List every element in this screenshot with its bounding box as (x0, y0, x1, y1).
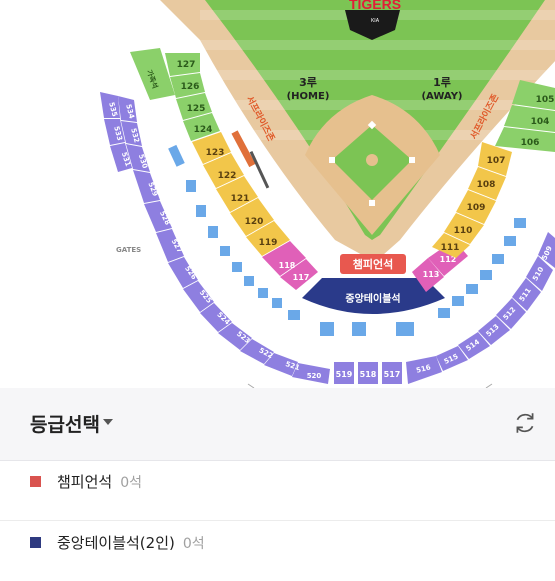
first-base (409, 157, 415, 163)
svg-text:105: 105 (536, 95, 555, 105)
third-base-label: 3루 (299, 76, 317, 89)
grade-select-panel: 등급선택 챔피언석 0석 중앙테이블석(2인) 0석 (0, 388, 555, 555)
gates-label: GATES (116, 246, 141, 254)
svg-text:117: 117 (293, 273, 310, 282)
svg-text:123: 123 (206, 148, 225, 158)
grade-row-central-table[interactable]: 중앙테이블석(2인) 0석 (0, 521, 555, 581)
svg-text:119: 119 (259, 238, 278, 248)
svg-text:108: 108 (477, 180, 496, 190)
central-table-label: 중앙테이블석 (345, 292, 400, 305)
third-base-sub: (HOME) (287, 91, 330, 102)
svg-text:111: 111 (441, 243, 460, 253)
svg-text:126: 126 (181, 82, 200, 92)
svg-text:520: 520 (307, 372, 322, 380)
grade-select-header: 등급선택 (0, 388, 555, 461)
svg-text:518: 518 (360, 370, 377, 379)
grade-name: 챔피언석 (57, 473, 113, 491)
sections-green-left[interactable]: 127 126 125 124 (165, 53, 220, 141)
third-base (329, 157, 335, 163)
svg-text:519: 519 (336, 370, 353, 379)
seat-count: 0석 (120, 475, 142, 491)
grade-select-title[interactable]: 등급선택 (30, 410, 100, 437)
grade-row-champion[interactable]: 챔피언석 0석 (0, 460, 555, 521)
svg-text:517: 517 (384, 370, 401, 379)
seat-count: 0석 (182, 536, 205, 552)
grade-name: 중앙테이블석(2인) (57, 534, 175, 552)
svg-text:113: 113 (423, 270, 440, 279)
svg-text:104: 104 (531, 117, 550, 127)
svg-text:121: 121 (231, 194, 250, 204)
svg-text:107: 107 (487, 156, 506, 166)
surprise-zone-line (249, 151, 270, 189)
svg-text:127: 127 (177, 60, 196, 70)
dropdown-caret-icon[interactable] (103, 419, 113, 425)
svg-text:109: 109 (467, 203, 486, 213)
pitcher-mound (366, 154, 378, 166)
first-base-label: 1루 (433, 76, 451, 89)
refresh-icon[interactable] (512, 410, 538, 436)
svg-text:122: 122 (218, 171, 237, 181)
svg-text:125: 125 (187, 104, 206, 114)
svg-text:110: 110 (454, 226, 473, 236)
svg-text:120: 120 (245, 217, 264, 227)
svg-text:TIGERS: TIGERS (349, 0, 401, 12)
champion-zone-label: 챔피언석 (353, 257, 393, 271)
svg-text:KIA: KIA (371, 18, 380, 24)
svg-text:118: 118 (279, 261, 296, 270)
svg-text:106: 106 (521, 138, 540, 148)
home-plate (369, 200, 375, 206)
first-base-sub: (AWAY) (421, 91, 462, 102)
sections-purple-center[interactable]: 519 518 517 (334, 362, 402, 384)
stadium-seat-map: TIGERS KIA 3루 (HOME) 1루 (AWAY) 서프라이즈존 서프… (100, 0, 555, 388)
svg-text:124: 124 (194, 125, 213, 135)
champion-color-swatch (30, 476, 41, 487)
central-table-color-swatch (30, 537, 41, 548)
